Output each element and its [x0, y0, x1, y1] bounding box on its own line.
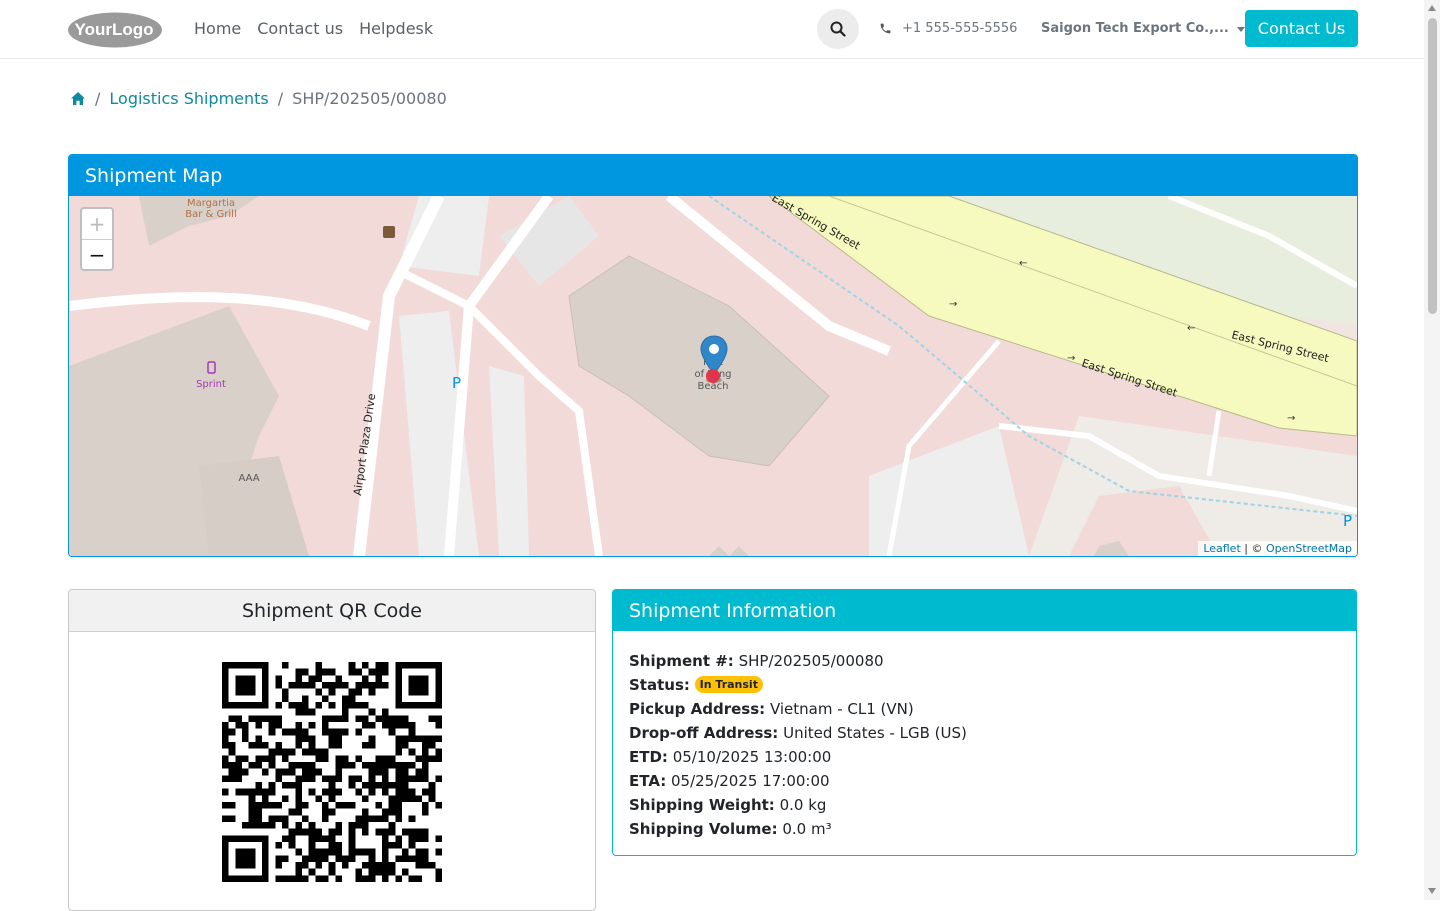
info-label: Shipment #:: [629, 652, 734, 670]
breadcrumb-separator: /: [277, 89, 284, 108]
breadcrumb-separator: /: [95, 89, 101, 108]
shipment-map-title: Shipment Map: [69, 155, 1357, 196]
logo-text: YourLogo: [75, 20, 154, 39]
nav-home[interactable]: Home: [194, 19, 241, 38]
poi-label: Sprint: [196, 379, 226, 390]
info-row-etd: ETD: 05/10/2025 13:00:00: [629, 745, 1340, 769]
breadcrumb-current: SHP/202505/00080: [292, 89, 447, 108]
main-nav: Home Contact us Helpdesk: [194, 19, 433, 38]
info-value: Vietnam - CL1 (VN): [769, 700, 914, 718]
road-label: East Spring Street: [770, 196, 863, 253]
phone-number: +1 555-555-5556: [902, 21, 1018, 36]
shipment-info-body: Shipment #: SHP/202505/00080 Status: In …: [613, 631, 1356, 841]
info-label: Shipping Volume:: [629, 820, 778, 838]
info-label: Drop-off Address:: [629, 724, 779, 742]
map-zoom-control: + −: [80, 207, 114, 271]
phone-icon: [880, 23, 891, 34]
shipment-map[interactable]: ← → ← → → Margartia Bar & Grill Sprint A…: [69, 196, 1357, 556]
location-dot-icon: [706, 369, 720, 383]
zoom-out-button[interactable]: −: [82, 240, 112, 269]
chevron-down-icon: [1236, 27, 1245, 32]
breadcrumb: / Logistics Shipments / SHP/202505/00080: [70, 89, 447, 108]
nav-helpdesk[interactable]: Helpdesk: [359, 19, 433, 38]
info-label: Status:: [629, 676, 690, 694]
contact-us-button[interactable]: Contact Us: [1245, 10, 1358, 47]
info-value: 05/25/2025 17:00:00: [670, 772, 830, 790]
poi-label: Margartia: [187, 198, 235, 209]
info-label: Shipping Weight:: [629, 796, 775, 814]
search-button[interactable]: [817, 9, 859, 49]
info-row-pickup-address: Pickup Address: Vietnam - CL1 (VN): [629, 697, 1340, 721]
info-row-shipping-weight: Shipping Weight: 0.0 kg: [629, 793, 1340, 817]
info-row-shipment-number: Shipment #: SHP/202505/00080: [629, 649, 1340, 673]
info-value: 0.0 kg: [779, 796, 827, 814]
shipment-info-title: Shipment Information: [613, 590, 1356, 631]
home-icon[interactable]: [70, 91, 86, 106]
scroll-up-arrow-icon[interactable]: [1428, 5, 1436, 11]
company-dropdown[interactable]: Saigon Tech Export Co.,...: [1041, 21, 1245, 36]
status-badge: In Transit: [694, 676, 763, 693]
qr-code-image: [222, 662, 442, 882]
poi-label: AAA: [238, 473, 259, 484]
scrollbar-thumb[interactable]: [1428, 18, 1437, 314]
attribution-separator: | ©: [1240, 542, 1266, 555]
shipment-info-card: Shipment Information Shipment #: SHP/202…: [612, 589, 1357, 856]
phone-link[interactable]: +1 555-555-5556: [879, 21, 1017, 36]
info-row-status: Status: In Transit: [629, 673, 1340, 697]
info-row-dropoff-address: Drop-off Address: United States - LGB (U…: [629, 721, 1340, 745]
info-value: 0.0 m³: [782, 820, 832, 838]
top-navbar: YourLogo Home Contact us Helpdesk +1 555…: [0, 0, 1424, 59]
zoom-in-button[interactable]: +: [82, 209, 112, 240]
info-value: 05/10/2025 13:00:00: [672, 748, 832, 766]
poi-label: Bar & Grill: [185, 209, 236, 220]
page-scrollbar[interactable]: [1424, 0, 1440, 900]
map-attribution: Leaflet | © OpenStreetMap: [1198, 541, 1357, 556]
shipment-qr-card: Shipment QR Code: [68, 589, 596, 911]
info-label: ETA:: [629, 772, 667, 790]
parking-label: P: [452, 374, 461, 392]
info-row-shipping-volume: Shipping Volume: 0.0 m³: [629, 817, 1340, 841]
road-label: Airport Plaza Drive: [351, 392, 378, 496]
nav-contact-us[interactable]: Contact us: [257, 19, 343, 38]
search-icon: [830, 21, 846, 37]
road-label: East Spring Street: [1080, 356, 1179, 399]
shipment-map-card: Shipment Map ← → ← → → Margartia Bar & G…: [68, 154, 1358, 557]
info-value: United States - LGB (US): [783, 724, 967, 742]
scroll-down-arrow-icon[interactable]: [1428, 888, 1436, 894]
poi-icon: [383, 226, 395, 238]
info-label: ETD:: [629, 748, 668, 766]
info-label: Pickup Address:: [629, 700, 766, 718]
logo[interactable]: YourLogo: [67, 11, 163, 49]
info-value: SHP/202505/00080: [738, 652, 884, 670]
leaflet-link[interactable]: Leaflet: [1203, 542, 1240, 555]
info-row-eta: ETA: 05/25/2025 17:00:00: [629, 769, 1340, 793]
company-name: Saigon Tech Export Co.,...: [1041, 21, 1229, 36]
parking-label: P: [1343, 512, 1352, 530]
shipment-qr-title: Shipment QR Code: [69, 590, 595, 632]
phone-shop-icon: [207, 361, 216, 374]
road-label: East Spring Street: [1230, 328, 1331, 365]
breadcrumb-logistics-shipments[interactable]: Logistics Shipments: [109, 89, 268, 108]
openstreetmap-link[interactable]: OpenStreetMap: [1266, 542, 1352, 555]
